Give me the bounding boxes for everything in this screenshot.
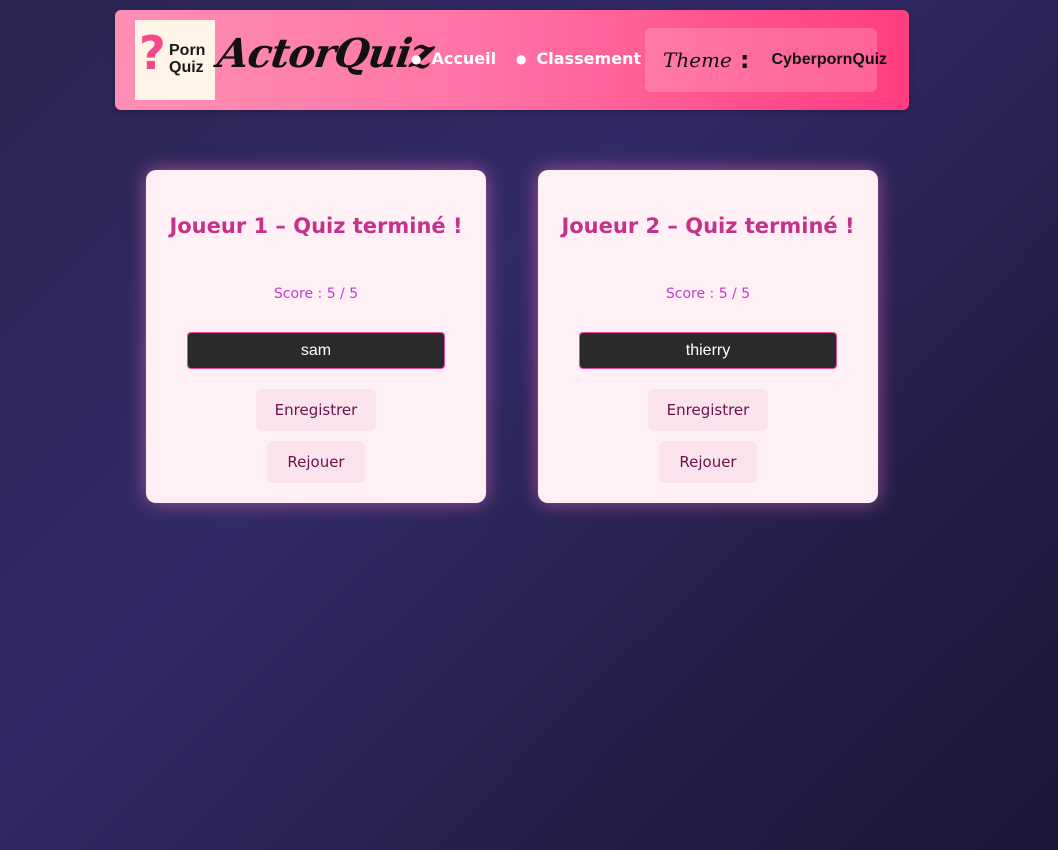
player-1-score: Score : 5 / 5: [273, 286, 359, 302]
theme-colon: :: [739, 46, 750, 74]
bullet-icon: ●: [411, 51, 422, 66]
player-1-title: Joueur 1 – Quiz terminé !: [169, 214, 463, 238]
player-1-name-input[interactable]: [187, 332, 445, 369]
site-header: ? Porn Quiz ActorQuiz ● Accueil ● Classe…: [115, 10, 909, 110]
player-2-replay-button[interactable]: Rejouer: [659, 441, 757, 483]
nav-item-classement[interactable]: ● Classement: [516, 49, 641, 68]
theme-selector[interactable]: Theme : CyberpornQuiz: [645, 28, 887, 92]
theme-value: CyberpornQuiz: [771, 51, 888, 68]
player-2-score: Score : 5 / 5: [665, 286, 751, 302]
player-1-save-button[interactable]: Enregistrer: [256, 389, 376, 431]
player-1-card: Joueur 1 – Quiz terminé ! Score : 5 / 5 …: [146, 170, 486, 503]
logo-line-2: Quiz: [169, 59, 204, 76]
brand-title[interactable]: ActorQuiz: [214, 24, 437, 84]
nav-label: Classement: [536, 49, 642, 68]
main-nav: ● Accueil ● Classement: [411, 49, 661, 68]
player-2-title: Joueur 2 – Quiz terminé !: [561, 214, 855, 238]
question-mark-icon: ?: [139, 26, 166, 80]
player-1-replay-button[interactable]: Rejouer: [267, 441, 365, 483]
logo-line-1: Porn: [169, 42, 206, 59]
bullet-icon: ●: [516, 51, 527, 66]
logo-text: Porn Quiz: [169, 42, 205, 76]
player-2-card: Joueur 2 – Quiz terminé ! Score : 5 / 5 …: [538, 170, 878, 503]
nav-item-accueil[interactable]: ● Accueil: [411, 49, 496, 68]
porn-quiz-logo[interactable]: ? Porn Quiz: [135, 20, 215, 100]
nav-label: Accueil: [431, 49, 497, 68]
player-2-name-input[interactable]: [579, 332, 837, 369]
theme-label: Theme: [663, 48, 732, 72]
player-2-save-button[interactable]: Enregistrer: [648, 389, 768, 431]
